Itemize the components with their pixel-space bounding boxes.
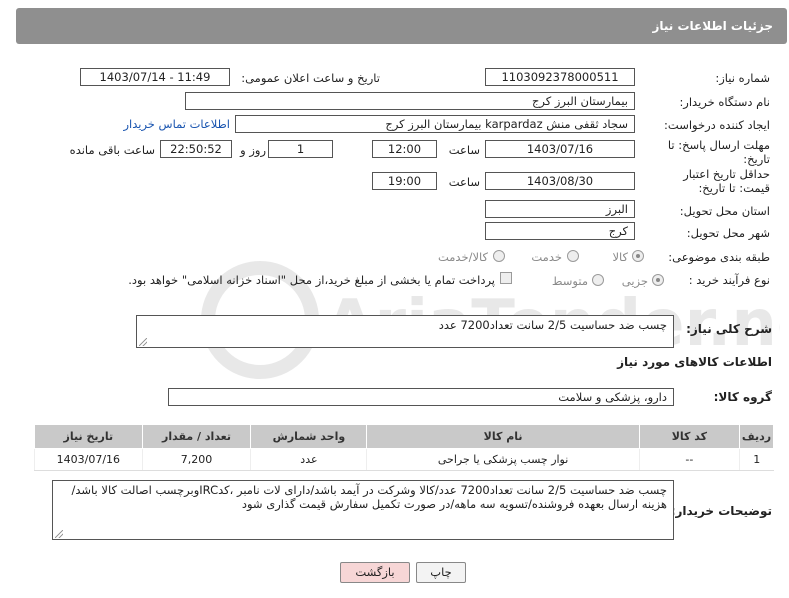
deadline-date-field: 1403/07/16 (485, 140, 635, 158)
table-row: 1 -- نوار چسب پزشکی یا جراحی عدد 7,200 1… (34, 448, 774, 471)
need-number-field: 1103092378000511 (485, 68, 635, 86)
category-label: طبقه بندی موضوعی: (668, 250, 770, 264)
goods-group-field: دارو، پزشکی و سلامت (168, 388, 674, 406)
announce-date-field: 1403/07/14 - 11:49 (80, 68, 230, 86)
deadline-time-label: ساعت (448, 143, 480, 157)
col-header-row: ردیف (739, 424, 774, 449)
goods-info-title: اطلاعات کالاهای مورد نیاز (617, 355, 772, 369)
city-field: کرج (485, 222, 635, 240)
back-button[interactable]: بازگشت (340, 562, 410, 583)
description-label: شرح کلی نیاز: (686, 322, 772, 336)
print-button[interactable]: چاپ (416, 562, 466, 583)
deadline-time-field: 12:00 (372, 140, 437, 158)
col-header-name: نام کالا (366, 424, 640, 449)
process-radio-medium[interactable] (592, 274, 604, 286)
province-label: استان محل تحویل: (679, 204, 770, 218)
cell-row-number: 1 (739, 448, 774, 471)
cell-unit: عدد (250, 448, 367, 471)
col-header-quantity: تعداد / مقدار (141, 424, 252, 449)
resize-handle-icon[interactable] (139, 338, 147, 346)
creator-field: سجاد ثقفی منش karpardaz بیمارستان البرز … (235, 115, 635, 133)
page-header: جزئیات اطلاعات نیاز (16, 8, 787, 44)
goods-group-label: گروه کالا: (713, 390, 772, 404)
validity-date-field: 1403/08/30 (485, 172, 635, 190)
category-radio-both[interactable] (493, 250, 505, 262)
resize-handle-icon[interactable] (55, 530, 63, 538)
buyer-label: نام دستگاه خریدار: (679, 95, 770, 109)
goods-table-header: ردیف کد کالا نام کالا واحد شمارش تعداد /… (34, 424, 774, 449)
process-option-medium: متوسط (551, 274, 588, 288)
description-text: چسب ضد حساسیت 2/5 سانت تعداد7200 عدد (438, 318, 667, 332)
buyer-contact-link[interactable]: اطلاعات تماس خریدار (120, 117, 230, 131)
process-type-label: نوع فرآیند خرید : (688, 273, 770, 287)
province-field: البرز (485, 200, 635, 218)
city-label: شهر محل تحویل: (686, 226, 770, 240)
col-header-unit: واحد شمارش (250, 424, 368, 449)
remaining-time-field: 22:50:52 (160, 140, 232, 158)
category-radio-goods[interactable] (632, 250, 644, 262)
deadline-label: مهلت ارسال پاسخ: تا تاریخ: (667, 138, 770, 166)
category-option-goods: کالا (612, 250, 628, 264)
announce-date-label: تاریخ و ساعت اعلان عمومی: (241, 71, 380, 85)
goods-table: ردیف کد کالا نام کالا واحد شمارش تعداد /… (34, 424, 774, 471)
validity-time-label: ساعت (448, 175, 480, 189)
category-radio-service[interactable] (567, 250, 579, 262)
remaining-time-label: ساعت باقی مانده (69, 143, 155, 157)
cell-need-date: 1403/07/16 (34, 448, 143, 471)
treasury-payment-checkbox[interactable] (500, 272, 512, 284)
buyer-notes-text: چسب ضد حساسیت 2/5 سانت تعداد7200 عدد/کال… (71, 483, 667, 511)
process-radio-minor[interactable] (652, 274, 664, 286)
cell-goods-code: -- (638, 448, 740, 471)
category-option-both: کالا/خدمت (437, 250, 488, 264)
need-number-label: شماره نیاز: (715, 71, 770, 85)
description-textarea: چسب ضد حساسیت 2/5 سانت تعداد7200 عدد (136, 315, 674, 348)
cell-goods-name: نوار چسب پزشکی یا جراحی (366, 448, 640, 471)
category-option-service: خدمت (531, 250, 562, 264)
remaining-days-label: روز و (240, 143, 266, 157)
cell-quantity: 7,200 (141, 448, 251, 471)
col-header-need-date: تاریخ نیاز (34, 424, 143, 449)
process-option-minor: جزیی (621, 274, 648, 288)
validity-label: حداقل تاریخ اعتبار قیمت: تا تاریخ: (683, 167, 770, 195)
buyer-field: بیمارستان البرز کرج (185, 92, 635, 110)
treasury-payment-note: پرداخت تمام یا بخشی از مبلغ خرید،از محل … (128, 273, 495, 287)
buyer-notes-label: توضیحات خریدار: (670, 504, 772, 518)
creator-label: ایجاد کننده درخواست: (664, 118, 770, 132)
validity-time-field: 19:00 (372, 172, 437, 190)
buyer-notes-textarea: چسب ضد حساسیت 2/5 سانت تعداد7200 عدد/کال… (52, 480, 674, 540)
page-title: جزئیات اطلاعات نیاز (652, 19, 773, 33)
remaining-days-field: 1 (268, 140, 333, 158)
col-header-code: کد کالا (638, 424, 741, 449)
